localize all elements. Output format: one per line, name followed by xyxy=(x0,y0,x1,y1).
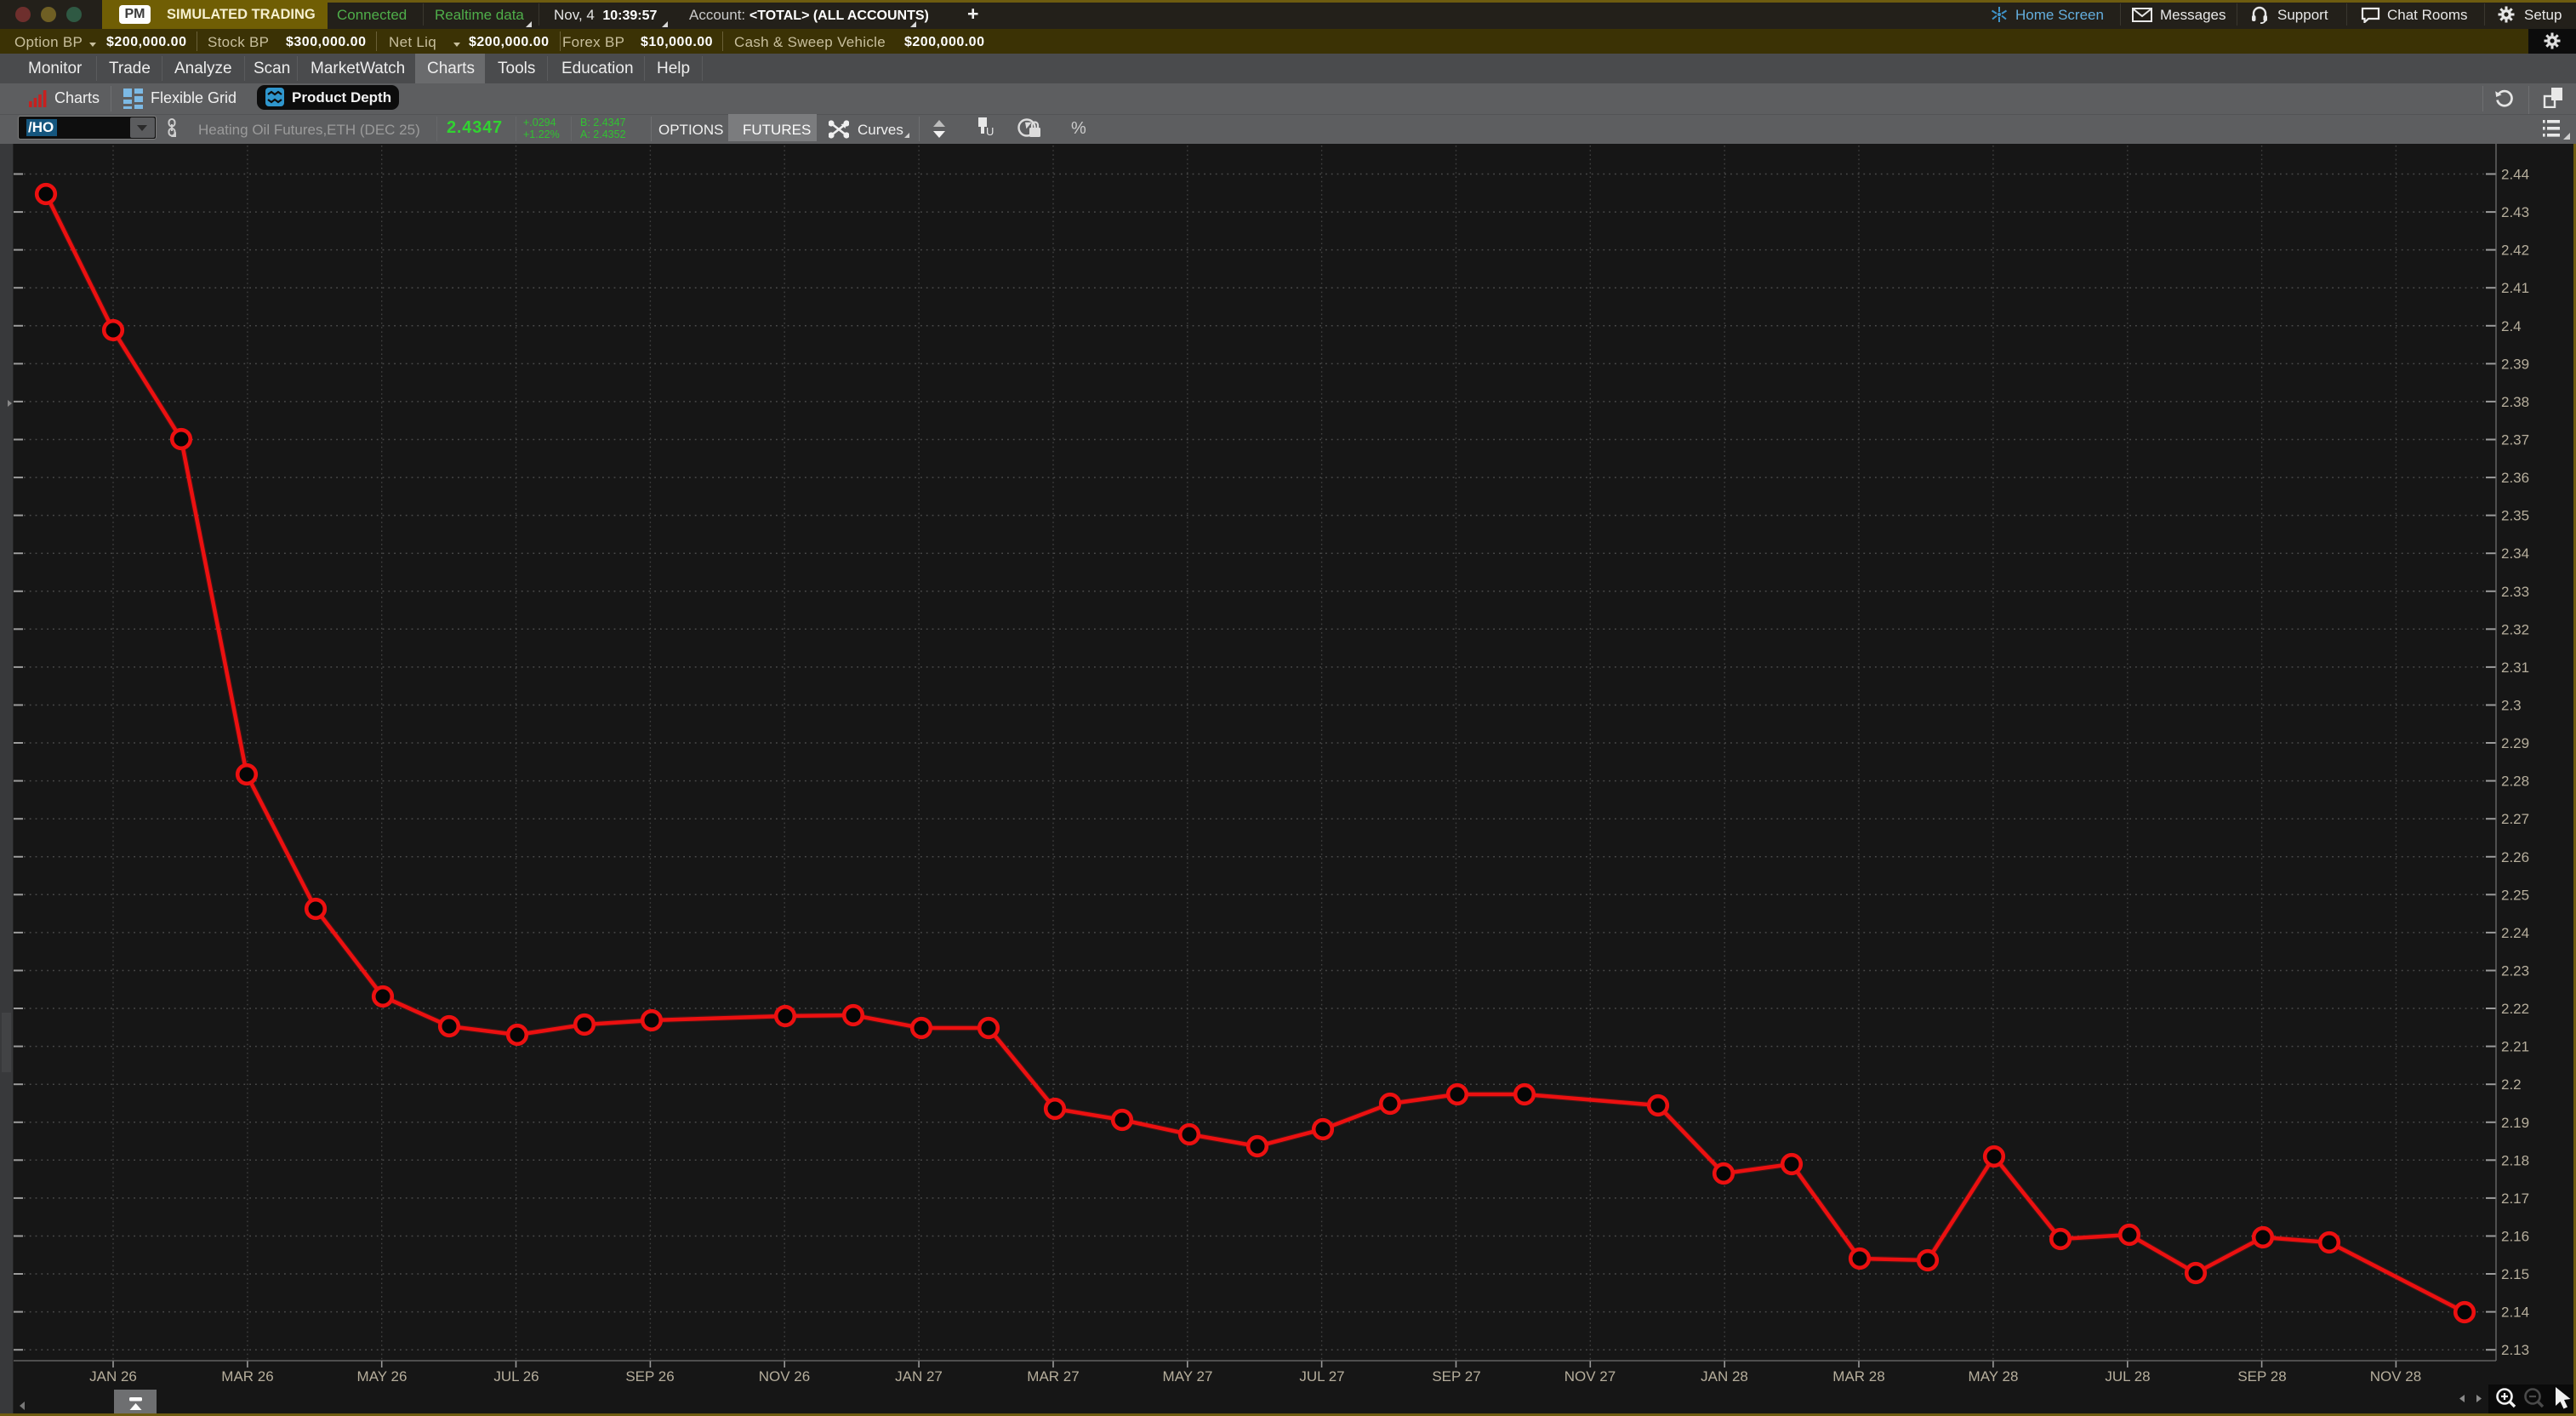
svg-text:MAR 28: MAR 28 xyxy=(1832,1368,1884,1385)
svg-text:2.35: 2.35 xyxy=(2501,508,2529,524)
svg-text:JAN 28: JAN 28 xyxy=(1701,1368,1748,1385)
svg-text:2.44: 2.44 xyxy=(2501,167,2529,183)
svg-text:2.25: 2.25 xyxy=(2501,887,2529,903)
svg-text:2.19: 2.19 xyxy=(2501,1115,2529,1131)
svg-text:2.21: 2.21 xyxy=(2501,1039,2529,1055)
svg-text:2.24: 2.24 xyxy=(2501,925,2529,941)
svg-text:MAR 26: MAR 26 xyxy=(221,1368,273,1385)
svg-text:2.4: 2.4 xyxy=(2501,318,2522,334)
svg-text:MAY 26: MAY 26 xyxy=(357,1368,407,1385)
svg-text:JUL 26: JUL 26 xyxy=(493,1368,539,1385)
svg-text:2.27: 2.27 xyxy=(2501,811,2529,827)
svg-text:MAY 27: MAY 27 xyxy=(1163,1368,1213,1385)
svg-text:2.36: 2.36 xyxy=(2501,470,2529,486)
svg-text:JAN 26: JAN 26 xyxy=(89,1368,137,1385)
svg-text:U: U xyxy=(986,125,994,138)
svg-text:2.22: 2.22 xyxy=(2501,1001,2529,1017)
svg-text:MAY 28: MAY 28 xyxy=(1969,1368,2019,1385)
svg-text:2.15: 2.15 xyxy=(2501,1266,2529,1282)
svg-text:2.38: 2.38 xyxy=(2501,394,2529,410)
svg-text:2.26: 2.26 xyxy=(2501,849,2529,865)
svg-text:2.17: 2.17 xyxy=(2501,1190,2529,1207)
svg-text:JAN 27: JAN 27 xyxy=(895,1368,943,1385)
svg-text:2.42: 2.42 xyxy=(2501,243,2529,259)
svg-text:2.32: 2.32 xyxy=(2501,621,2529,637)
svg-text:2.29: 2.29 xyxy=(2501,735,2529,751)
svg-text:NOV 26: NOV 26 xyxy=(759,1368,810,1385)
svg-text:2.33: 2.33 xyxy=(2501,584,2529,600)
svg-text:NOV 27: NOV 27 xyxy=(1564,1368,1616,1385)
svg-text:2.28: 2.28 xyxy=(2501,774,2529,790)
svg-text:2.34: 2.34 xyxy=(2501,545,2529,562)
svg-text:JUL 28: JUL 28 xyxy=(2105,1368,2150,1385)
svg-text:2.18: 2.18 xyxy=(2501,1152,2529,1168)
svg-text:2.2: 2.2 xyxy=(2501,1076,2522,1093)
svg-text:2.14: 2.14 xyxy=(2501,1305,2529,1321)
svg-text:2.31: 2.31 xyxy=(2501,659,2529,676)
svg-text:NOV 28: NOV 28 xyxy=(2370,1368,2421,1385)
svg-text:2.16: 2.16 xyxy=(2501,1229,2529,1245)
svg-text:SEP 26: SEP 26 xyxy=(625,1368,674,1385)
svg-text:SEP 28: SEP 28 xyxy=(2237,1368,2286,1385)
svg-text:2.37: 2.37 xyxy=(2501,432,2529,448)
svg-text:MAR 27: MAR 27 xyxy=(1027,1368,1079,1385)
svg-text:2.41: 2.41 xyxy=(2501,280,2529,296)
svg-text:2.3: 2.3 xyxy=(2501,698,2522,714)
svg-text:2.39: 2.39 xyxy=(2501,356,2529,372)
svg-text:SEP 27: SEP 27 xyxy=(1432,1368,1480,1385)
svg-text:2.43: 2.43 xyxy=(2501,204,2529,220)
svg-text:JUL 27: JUL 27 xyxy=(1299,1368,1344,1385)
svg-text:2.13: 2.13 xyxy=(2501,1342,2529,1358)
svg-text:2.23: 2.23 xyxy=(2501,963,2529,979)
